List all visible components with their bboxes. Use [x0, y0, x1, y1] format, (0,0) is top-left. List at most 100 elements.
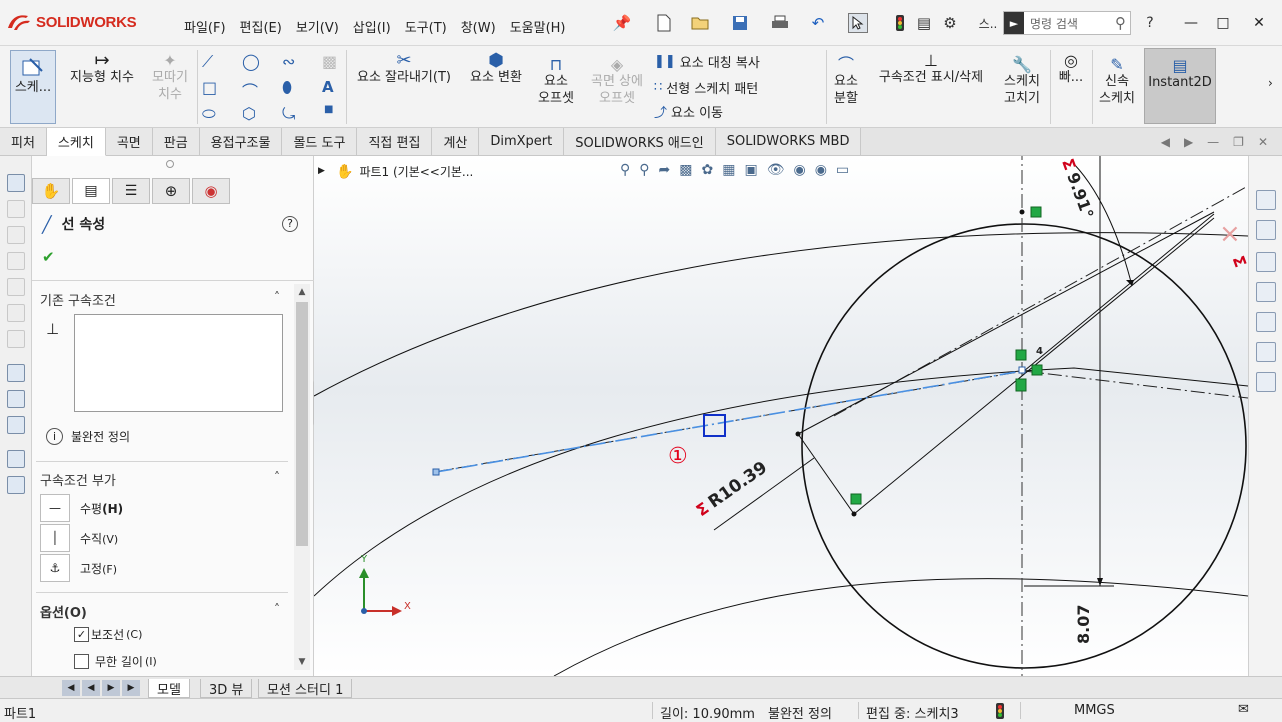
point-tool-icon[interactable]: ■: [324, 104, 333, 115]
construction-line-c[interactable]: [1023, 370, 1248, 399]
offset-on-surface-button[interactable]: ◈ 곡면 상에 오프셋: [584, 56, 650, 107]
panel-grip-icon[interactable]: [166, 160, 174, 168]
rectangle-tool-icon[interactable]: □: [202, 78, 217, 97]
select-arrow-icon[interactable]: [848, 13, 868, 33]
new-document-icon[interactable]: [654, 13, 674, 33]
options-header[interactable]: 옵션(O): [40, 602, 87, 621]
tab-evaluate[interactable]: 계산: [432, 128, 480, 155]
rebuild-indicator-icon[interactable]: [996, 703, 1004, 719]
doc-restore-icon[interactable]: ❐: [1233, 135, 1244, 149]
convert-entities-button[interactable]: ⬢ 요소 변환: [462, 52, 530, 86]
sketch-ray-3[interactable]: [1023, 213, 1215, 372]
menu-tools[interactable]: 도구(T): [405, 17, 447, 36]
chat-icon[interactable]: ✉: [1238, 702, 1249, 717]
search-icon[interactable]: ⚲: [1115, 14, 1126, 32]
sketch-short-line[interactable]: [797, 433, 855, 515]
tab-weldments[interactable]: 용접구조물: [199, 128, 283, 155]
minimize-button[interactable]: —: [1180, 13, 1202, 33]
existing-relations-header[interactable]: 기존 구속조건: [40, 290, 116, 309]
help-button[interactable]: ?: [1140, 13, 1160, 33]
restore-button[interactable]: □: [1212, 13, 1234, 33]
menu-view[interactable]: 보기(V): [296, 17, 339, 36]
forum-icon[interactable]: [1256, 372, 1276, 392]
next-tab-icon[interactable]: ▶: [102, 680, 120, 696]
tab-surfaces[interactable]: 곡면: [105, 128, 153, 155]
menu-help[interactable]: 도움말(H): [510, 17, 566, 36]
sketch-plane-icon[interactable]: [7, 174, 25, 192]
design-library-icon[interactable]: [1256, 220, 1276, 240]
tab-direct-editing[interactable]: 직접 편집: [357, 128, 433, 155]
text-tool-icon[interactable]: A: [322, 78, 334, 96]
plane-tool-icon[interactable]: ▩: [322, 52, 337, 71]
property-manager-tab[interactable]: ▤: [72, 178, 110, 204]
rapid-sketch-button[interactable]: ✎ 신속 스케치: [1094, 56, 1140, 107]
repair-sketch-button[interactable]: 🔧 스케치 고치기: [998, 56, 1046, 107]
view-palette-icon[interactable]: [1256, 282, 1276, 302]
menu-edit[interactable]: 편집(E): [240, 17, 282, 36]
center-point[interactable]: [1018, 366, 1026, 374]
sketch-point[interactable]: [795, 431, 801, 437]
sketch-point[interactable]: [1019, 209, 1025, 215]
tab-addins[interactable]: SOLIDWORKS 애드인: [564, 128, 716, 155]
sketch-point[interactable]: [851, 511, 857, 517]
doc-minimize-icon[interactable]: —: [1207, 135, 1219, 149]
tab-model[interactable]: 모델: [148, 679, 190, 698]
unit-system[interactable]: MMGS: [1074, 703, 1115, 718]
save-icon[interactable]: [730, 13, 750, 33]
pm-scrollbar[interactable]: ▲ ▼: [294, 284, 310, 670]
offset-entities-button[interactable]: ⊓ 요소 오프셋: [532, 56, 580, 107]
construction-checkbox[interactable]: ✓: [74, 627, 89, 642]
display-relations-button[interactable]: ⊥ 구속조건 표시/삭제: [868, 52, 994, 86]
print-icon[interactable]: [770, 13, 790, 33]
collapse-icon[interactable]: ˄: [274, 290, 280, 304]
first-tab-icon[interactable]: ◀: [62, 680, 80, 696]
panel-forward-icon[interactable]: ▶: [1184, 135, 1193, 149]
doc-close-icon[interactable]: ✕: [1258, 135, 1268, 149]
feature-manager-tab[interactable]: ✋: [32, 178, 70, 204]
sketch-button[interactable]: 스케...: [10, 50, 56, 124]
move-entities-button[interactable]: ⤴ 요소 이동: [654, 102, 723, 121]
spline-tool-icon[interactable]: ∾: [282, 52, 295, 71]
file-properties-icon[interactable]: ▤: [914, 13, 934, 33]
menu-window[interactable]: 창(W): [461, 17, 496, 36]
solidworks-logo[interactable]: SOLIDWORKS: [6, 12, 137, 32]
copy-entities-icon[interactable]: [7, 450, 25, 468]
display-delete-icon[interactable]: [7, 416, 25, 434]
relation-markers[interactable]: [850, 206, 1043, 505]
selected-centerline[interactable]: [435, 370, 1023, 473]
relation-fix[interactable]: ⚓ 고정(F): [40, 554, 117, 582]
sketch-circle[interactable]: [801, 223, 1247, 669]
menu-insert[interactable]: 삽입(I): [353, 17, 391, 36]
trim-entities-button[interactable]: ✂ 요소 잘라내기(T): [350, 52, 458, 86]
collapse-icon[interactable]: ˄: [274, 470, 280, 484]
line-tool-icon[interactable]: ⟋: [202, 52, 213, 72]
undo-icon[interactable]: ↶: [808, 13, 828, 33]
command-search[interactable]: ► 명령 검색 ⚲: [1003, 11, 1131, 35]
vertical-dimension[interactable]: 8.07: [1074, 605, 1093, 644]
help-icon[interactable]: ?: [282, 216, 298, 232]
quick-snaps-button[interactable]: ◎ 빠...: [1054, 52, 1088, 86]
traffic-light-icon[interactable]: [890, 13, 910, 33]
appearances-icon[interactable]: [1256, 312, 1276, 332]
display-manager-tab[interactable]: ◉: [192, 178, 230, 204]
paste-entities-icon[interactable]: [7, 476, 25, 494]
repair-sketch-icon[interactable]: [7, 390, 25, 408]
scroll-down-icon[interactable]: ▼: [294, 654, 310, 670]
polygon-tool-icon[interactable]: ⬡: [242, 104, 256, 123]
add-relations-header[interactable]: 구속조건 부가: [40, 470, 116, 489]
split-entities-button[interactable]: ⌒ 요소 분할: [828, 56, 864, 107]
ellipse-tool-icon[interactable]: ⬮: [282, 78, 292, 98]
relation-vertical[interactable]: │ 수직(V): [40, 524, 118, 552]
tab-sheet-metal[interactable]: 판금: [152, 128, 200, 155]
infinite-length-checkbox[interactable]: [74, 654, 89, 669]
chamfer-dimension-button[interactable]: ✦ 모따기 치수: [144, 52, 196, 103]
mirror-entities-button[interactable]: ❚❚ 요소 대칭 복사: [654, 52, 760, 71]
scroll-thumb[interactable]: [296, 302, 308, 546]
tab-dimxpert[interactable]: DimXpert: [479, 128, 565, 155]
relation-horizontal[interactable]: — 수평(H): [40, 494, 123, 522]
file-explorer-icon[interactable]: [1256, 252, 1276, 272]
search-input[interactable]: 명령 검색: [1024, 15, 1078, 32]
instant2d-button[interactable]: ▤ Instant2D: [1144, 48, 1216, 124]
select-chain-icon[interactable]: [7, 364, 25, 382]
fillet-tool-icon[interactable]: ⤿: [282, 104, 295, 124]
